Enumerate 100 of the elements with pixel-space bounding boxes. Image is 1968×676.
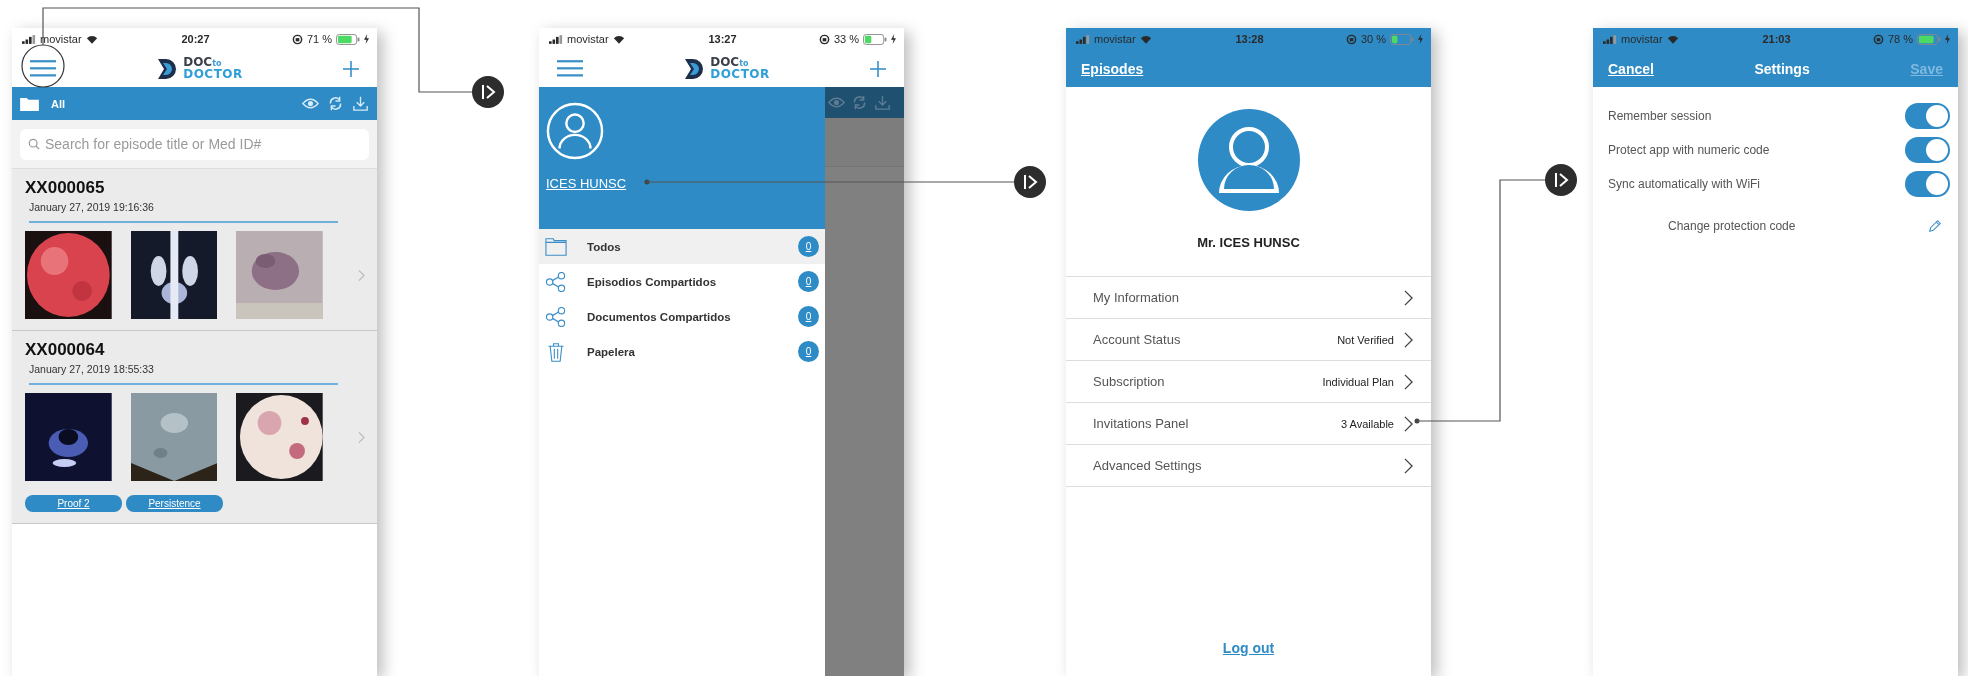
signal-icon bbox=[22, 34, 36, 44]
logo-text: DOCTOR bbox=[710, 69, 770, 80]
rotation-lock-icon bbox=[1872, 33, 1884, 45]
logout-link[interactable]: Log out bbox=[1222, 640, 1275, 656]
avatar-icon bbox=[546, 102, 604, 160]
wifi-icon bbox=[612, 34, 625, 44]
settings-row[interactable]: Advanced Settings bbox=[1066, 445, 1431, 487]
charging-icon bbox=[1945, 34, 1950, 44]
search-field[interactable]: Search for episode title or Med ID# bbox=[20, 128, 369, 160]
battery-percent: 33 % bbox=[833, 33, 859, 45]
logo-text: DOCto bbox=[183, 57, 223, 69]
charging-icon bbox=[364, 34, 369, 44]
battery-icon bbox=[1390, 33, 1414, 45]
chevron-right-icon bbox=[1404, 373, 1413, 390]
settings-row[interactable]: Subscription Individual Plan bbox=[1066, 361, 1431, 403]
next-step-icon bbox=[472, 76, 504, 108]
row-value: 3 Available bbox=[1341, 417, 1394, 430]
back-link[interactable]: Episodes bbox=[1081, 60, 1144, 77]
avatar-icon bbox=[1197, 109, 1300, 211]
carrier-name: movistar bbox=[40, 33, 82, 45]
row-value: Not Verified bbox=[1337, 333, 1394, 346]
logo-text: DOCto bbox=[710, 57, 750, 69]
chevron-right-icon bbox=[1404, 457, 1413, 474]
count-badge: 0 bbox=[798, 271, 819, 292]
add-icon[interactable] bbox=[343, 60, 359, 77]
share-icon bbox=[545, 306, 567, 327]
wifi-icon bbox=[85, 34, 98, 44]
wifi-icon bbox=[1666, 34, 1679, 44]
carrier-name: movistar bbox=[1621, 33, 1663, 45]
charging-icon bbox=[1418, 34, 1423, 44]
sync-icon[interactable] bbox=[851, 95, 868, 110]
battery-percent: 30 % bbox=[1360, 33, 1386, 45]
folder-icon bbox=[545, 236, 567, 257]
toggle-switch[interactable] bbox=[1905, 103, 1950, 129]
toggle-switch[interactable] bbox=[1905, 137, 1950, 163]
setting-label: Sync automatically with WiFi bbox=[1608, 177, 1761, 191]
episode-date: January 27, 2019 19:16:36 bbox=[29, 201, 155, 213]
battery-percent: 78 % bbox=[1887, 33, 1913, 45]
carrier-name: movistar bbox=[567, 33, 609, 45]
screen-title: Settings bbox=[1754, 60, 1810, 77]
signal-icon bbox=[549, 34, 563, 44]
clock-time: 13:28 bbox=[1235, 33, 1264, 45]
next-step-icon bbox=[1014, 166, 1046, 198]
settings-row[interactable]: My Information bbox=[1066, 277, 1431, 319]
chevron-right-icon bbox=[1404, 331, 1413, 348]
setting-label: Remember session bbox=[1608, 109, 1712, 123]
count-badge: 0 bbox=[798, 306, 819, 327]
add-icon[interactable] bbox=[870, 60, 886, 77]
battery-percent: 71 % bbox=[306, 33, 332, 45]
tag-chip[interactable]: Proof 2 bbox=[25, 495, 122, 512]
pencil-icon[interactable] bbox=[1928, 219, 1942, 233]
signal-icon bbox=[1603, 34, 1617, 44]
setting-label: Protect app with numeric code bbox=[1608, 143, 1770, 157]
menu-item[interactable]: Todos 0 bbox=[539, 229, 825, 264]
chevron-right-icon bbox=[1404, 415, 1413, 432]
menu-item[interactable]: Papelera 0 bbox=[539, 334, 825, 369]
change-code-link[interactable]: Change protection code bbox=[1668, 219, 1796, 233]
settings-row[interactable]: Invitations Panel 3 Available bbox=[1066, 403, 1431, 445]
row-value: Individual Plan bbox=[1322, 375, 1394, 388]
toggle-switch[interactable] bbox=[1905, 171, 1950, 197]
settings-row[interactable]: Account Status Not Verified bbox=[1066, 319, 1431, 361]
logo-text: DOCTOR bbox=[183, 69, 243, 80]
episode-card[interactable]: XX000064 January 27, 2019 18:55:33 Proof 2 Persistence bbox=[12, 331, 377, 524]
chevron-right-icon bbox=[1404, 289, 1413, 306]
wifi-icon bbox=[1139, 34, 1152, 44]
user-name: Mr. ICES HUNSC bbox=[1197, 235, 1300, 250]
battery-icon bbox=[1917, 33, 1941, 45]
download-icon[interactable] bbox=[874, 95, 891, 110]
eye-icon[interactable] bbox=[828, 95, 845, 110]
carrier-name: movistar bbox=[1094, 33, 1136, 45]
profile-name-link[interactable]: ICES HUNSC bbox=[546, 176, 825, 191]
battery-icon bbox=[336, 33, 360, 45]
share-icon bbox=[545, 271, 567, 292]
clock-time: 21:03 bbox=[1762, 33, 1791, 45]
menu-icon[interactable] bbox=[557, 60, 583, 77]
rotation-lock-icon bbox=[291, 33, 303, 45]
eye-icon[interactable] bbox=[302, 96, 319, 111]
rotation-lock-icon bbox=[1345, 33, 1357, 45]
charging-icon bbox=[891, 34, 896, 44]
signal-icon bbox=[1076, 34, 1090, 44]
menu-item[interactable]: Episodios Compartidos 0 bbox=[539, 264, 825, 299]
highlight-ring bbox=[21, 44, 65, 88]
episode-title: XX000064 bbox=[25, 340, 106, 360]
cancel-link[interactable]: Cancel bbox=[1608, 60, 1654, 77]
clock-time: 20:27 bbox=[181, 33, 210, 45]
rotation-lock-icon bbox=[818, 33, 830, 45]
search-icon bbox=[28, 138, 40, 150]
episode-date: January 27, 2019 18:55:33 bbox=[29, 363, 155, 375]
sync-icon[interactable] bbox=[327, 96, 344, 111]
folder-icon[interactable] bbox=[20, 96, 39, 111]
episode-card[interactable]: XX000065 January 27, 2019 19:16:36 bbox=[12, 169, 377, 331]
clock-time: 13:27 bbox=[708, 33, 737, 45]
next-step-icon bbox=[1545, 164, 1577, 196]
episode-title: XX000065 bbox=[25, 178, 106, 198]
battery-icon bbox=[863, 33, 887, 45]
folder-label[interactable]: All bbox=[51, 97, 66, 110]
menu-item[interactable]: Documentos Compartidos 0 bbox=[539, 299, 825, 334]
menu-icon[interactable] bbox=[30, 60, 56, 77]
count-badge: 0 bbox=[798, 236, 819, 257]
tag-chip[interactable]: Persistence bbox=[126, 495, 223, 512]
